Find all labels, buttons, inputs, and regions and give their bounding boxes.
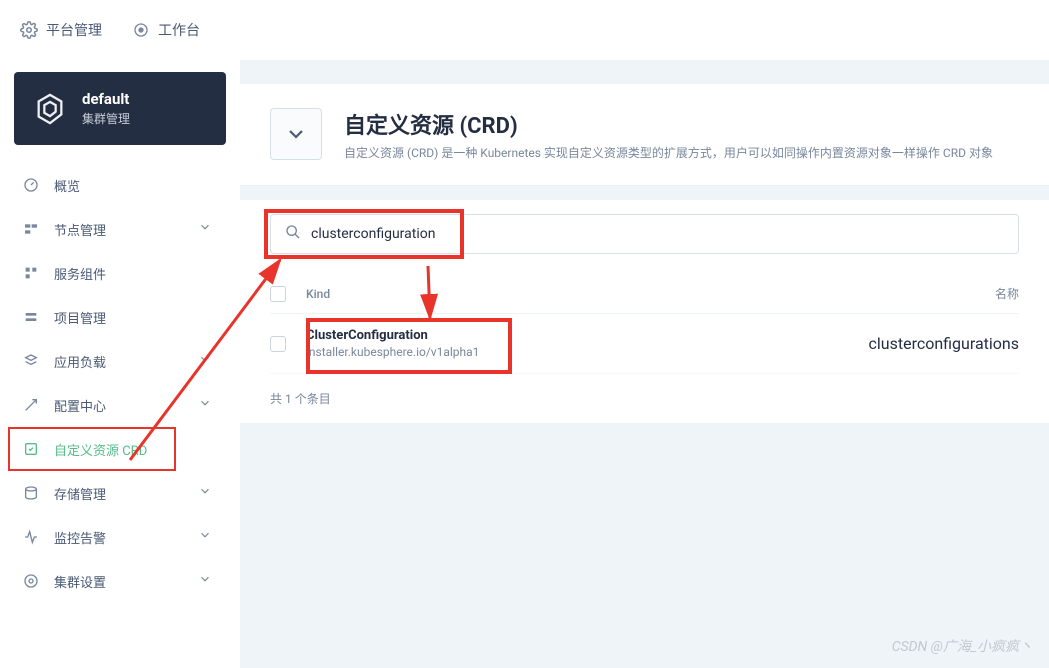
highlight-box xyxy=(8,427,176,471)
column-header-name[interactable]: 名称 xyxy=(766,285,1019,302)
gear-icon xyxy=(20,21,38,39)
sidebar-nav: 概览 节点管理 服务组件 项目管理 应用负载 配置中心 xyxy=(0,163,226,603)
sidebar-item-label: 服务组件 xyxy=(54,264,106,283)
top-bar: 平台管理 工作台 xyxy=(0,0,1049,60)
projects-icon xyxy=(22,308,40,326)
sidebar-item-workloads[interactable]: 应用负载 xyxy=(0,339,226,383)
row-api: installer.kubesphere.io/v1alpha1 xyxy=(306,345,766,359)
sidebar-item-label: 监控告警 xyxy=(54,528,106,547)
table-row[interactable]: ClusterConfiguration installer.kubespher… xyxy=(270,314,1019,374)
sidebar-item-label: 节点管理 xyxy=(54,220,106,239)
row-name: clusterconfigurations xyxy=(766,334,1019,353)
workloads-icon xyxy=(22,352,40,370)
sidebar-item-overview[interactable]: 概览 xyxy=(0,163,226,207)
search-icon xyxy=(285,224,301,244)
column-header-kind[interactable]: Kind xyxy=(306,287,766,301)
sidebar-item-label: 概览 xyxy=(54,176,80,195)
cluster-name: default xyxy=(82,90,130,108)
search-section xyxy=(240,200,1049,254)
cluster-card[interactable]: default 集群管理 xyxy=(14,72,226,145)
page-title: 自定义资源 (CRD) xyxy=(344,108,993,140)
sidebar: default 集群管理 概览 节点管理 服务组件 项目管理 xyxy=(0,60,240,668)
select-all-checkbox[interactable] xyxy=(270,286,286,302)
workbench-label: 工作台 xyxy=(158,20,200,40)
config-icon xyxy=(22,396,40,414)
nodes-icon xyxy=(22,220,40,238)
sidebar-item-label: 配置中心 xyxy=(54,396,106,415)
chevron-down-icon xyxy=(198,484,212,502)
workbench-link[interactable]: 工作台 xyxy=(132,20,200,40)
sidebar-item-projects[interactable]: 项目管理 xyxy=(0,295,226,339)
table: Kind 名称 ClusterConfiguration installer.k… xyxy=(240,254,1049,374)
table-header-row: Kind 名称 xyxy=(270,274,1019,314)
sidebar-item-monitoring[interactable]: 监控告警 xyxy=(0,515,226,559)
sidebar-item-crd[interactable]: 自定义资源 CRD xyxy=(0,427,226,471)
sidebar-item-label: 应用负载 xyxy=(54,352,106,371)
sidebar-item-config[interactable]: 配置中心 xyxy=(0,383,226,427)
components-icon xyxy=(22,264,40,282)
row-kind: ClusterConfiguration xyxy=(306,328,766,343)
sidebar-item-label: 集群设置 xyxy=(54,572,106,591)
page-description: 自定义资源 (CRD) 是一种 Kubernetes 实现自定义资源类型的扩展方… xyxy=(344,144,993,161)
pagination-summary: 共 1 个条目 xyxy=(240,374,1049,423)
cluster-role: 集群管理 xyxy=(82,110,130,127)
sidebar-item-label: 项目管理 xyxy=(54,308,106,327)
row-checkbox[interactable] xyxy=(270,336,286,352)
container: default 集群管理 概览 节点管理 服务组件 项目管理 xyxy=(0,60,1049,668)
page-header: 自定义资源 (CRD) 自定义资源 (CRD) 是一种 Kubernetes 实… xyxy=(240,84,1049,186)
sidebar-item-nodes[interactable]: 节点管理 xyxy=(0,207,226,251)
chevron-down-icon xyxy=(198,396,212,414)
chevron-down-icon xyxy=(198,352,212,370)
monitoring-icon xyxy=(22,528,40,546)
search-box[interactable] xyxy=(270,214,1019,254)
platform-management-label: 平台管理 xyxy=(46,20,102,40)
chevron-down-icon xyxy=(198,220,212,238)
sidebar-item-components[interactable]: 服务组件 xyxy=(0,251,226,295)
sidebar-item-label: 存储管理 xyxy=(54,484,106,503)
chevron-down-icon xyxy=(198,528,212,546)
settings-icon xyxy=(22,572,40,590)
chevron-down-icon xyxy=(198,572,212,590)
gauge-icon xyxy=(22,176,40,194)
page-icon xyxy=(270,108,322,160)
hexagon-icon xyxy=(32,91,68,127)
circle-icon xyxy=(132,21,150,39)
sidebar-item-settings[interactable]: 集群设置 xyxy=(0,559,226,603)
sidebar-item-storage[interactable]: 存储管理 xyxy=(0,471,226,515)
storage-icon xyxy=(22,484,40,502)
platform-management-link[interactable]: 平台管理 xyxy=(20,20,102,40)
search-input[interactable] xyxy=(311,226,1004,242)
main: 自定义资源 (CRD) 自定义资源 (CRD) 是一种 Kubernetes 实… xyxy=(240,60,1049,668)
